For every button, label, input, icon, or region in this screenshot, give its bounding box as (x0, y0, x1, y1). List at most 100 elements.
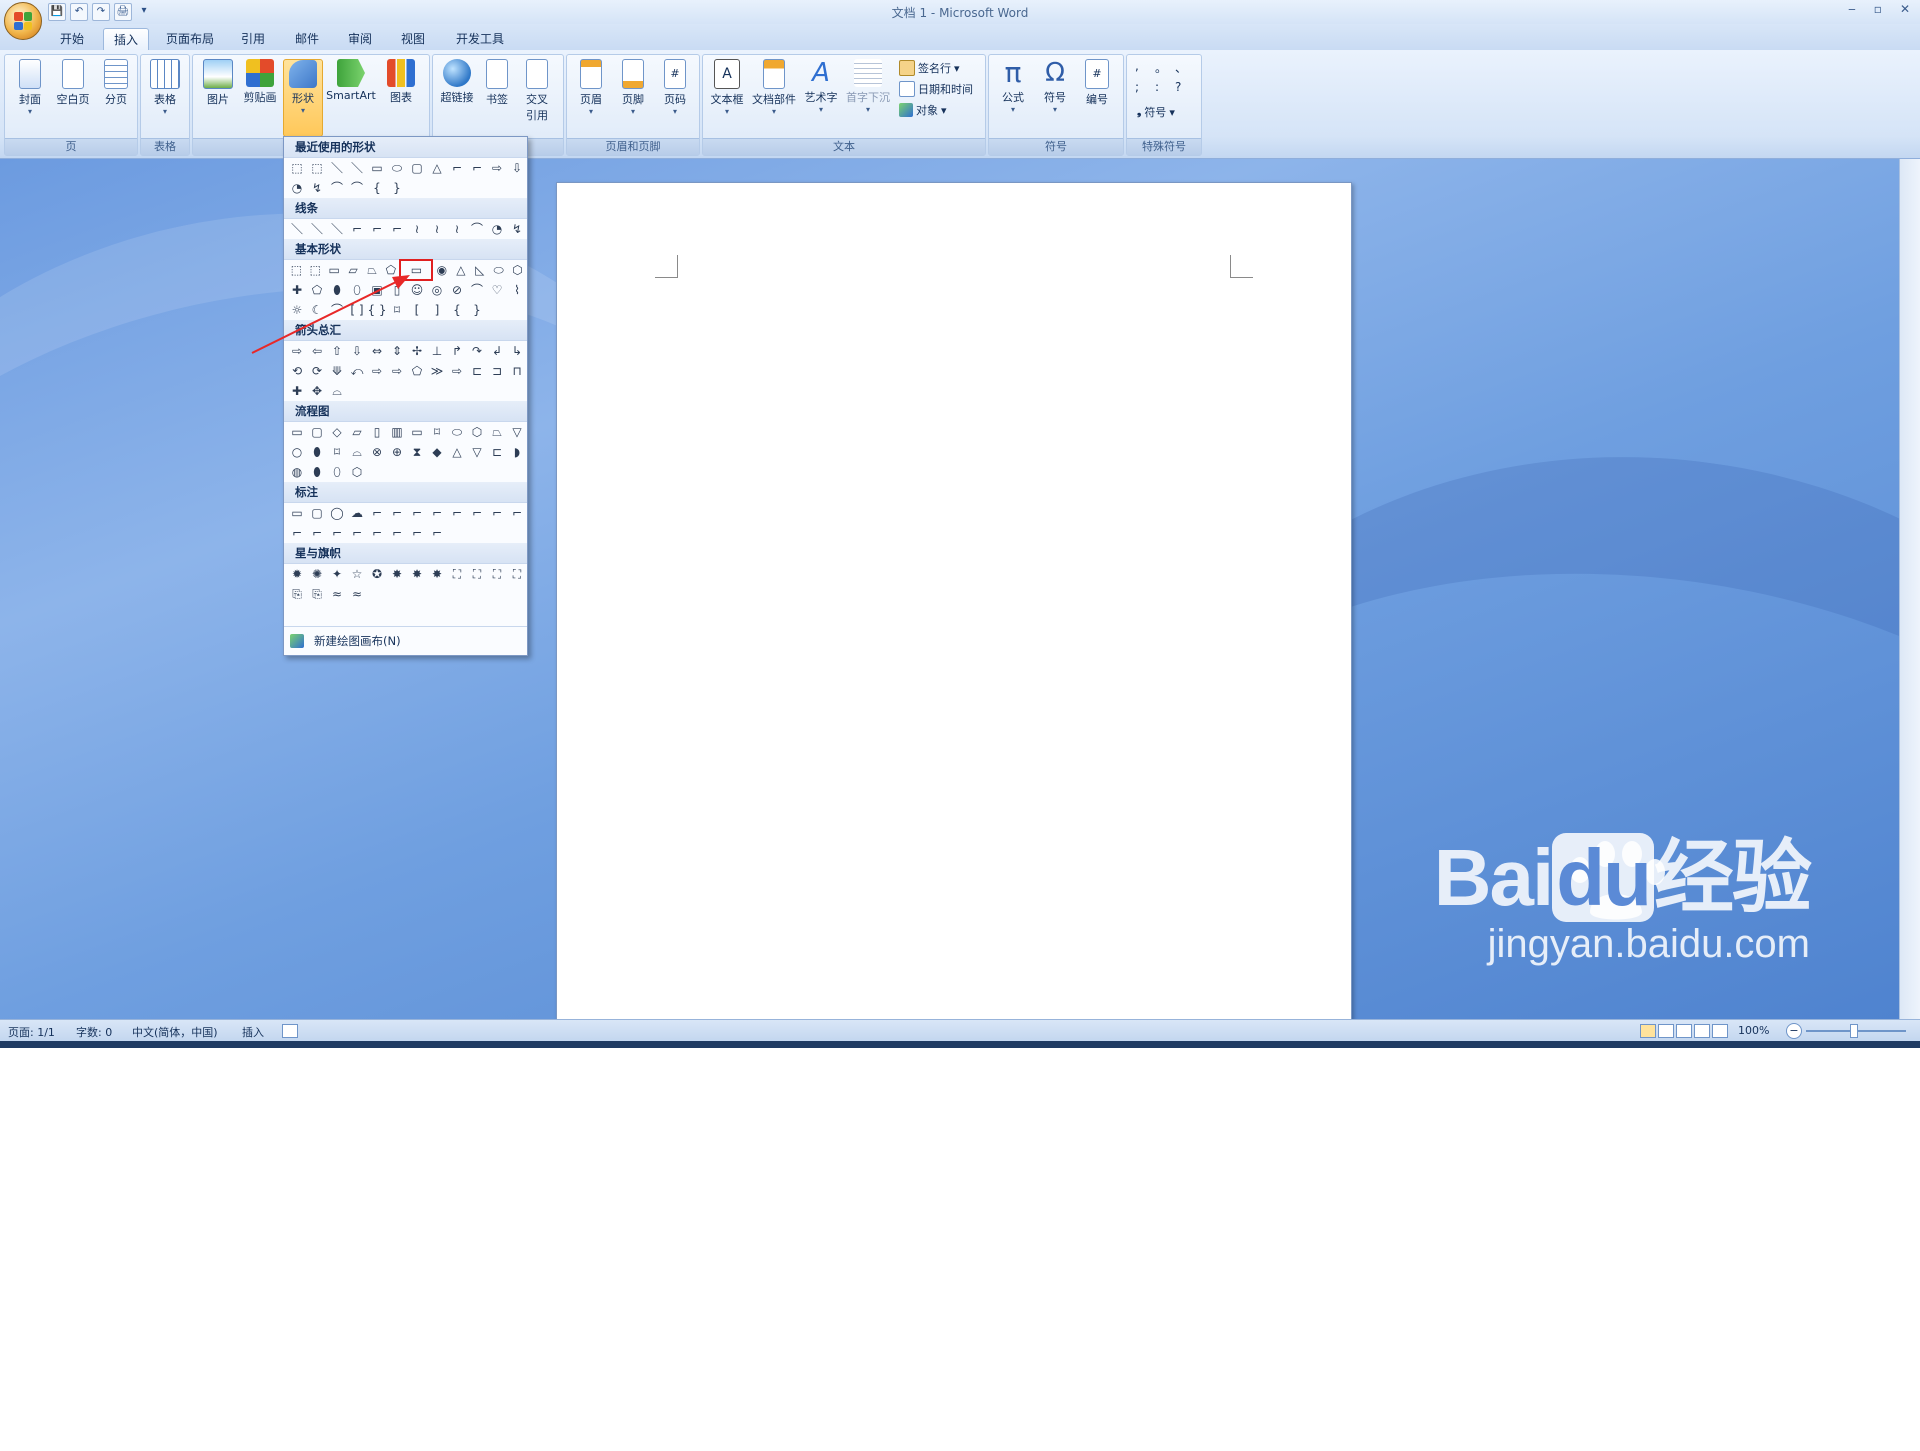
shape-flowchart-icon[interactable]: ▥ (387, 422, 407, 442)
shape-arrows-icon[interactable]: ⇨ (367, 361, 387, 381)
tab-mailings[interactable]: 邮件 (285, 28, 329, 50)
shape-recent-icon[interactable]: { (367, 178, 387, 198)
shape-flowchart-icon[interactable]: ▽ (467, 442, 487, 462)
tab-insert[interactable]: 插入 (103, 28, 150, 51)
smartart-button[interactable]: SmartArt (325, 59, 377, 102)
shape-basic-icon[interactable]: ☼ (287, 300, 307, 320)
shape-recent-icon[interactable]: △ (427, 158, 447, 178)
shape-stars-icon[interactable]: ✺ (307, 564, 327, 584)
tab-review[interactable]: 审阅 (338, 28, 382, 50)
vertical-scrollbar[interactable] (1899, 159, 1920, 1019)
shape-stars-icon[interactable]: ✸ (407, 564, 427, 584)
shape-stars-icon[interactable]: ☆ (347, 564, 367, 584)
shape-recent-icon[interactable]: ⇨ (487, 158, 507, 178)
document-page[interactable] (556, 182, 1352, 1024)
shape-recent-icon[interactable]: } (387, 178, 407, 198)
shape-stars-icon[interactable]: ✸ (427, 564, 447, 584)
shape-callouts-icon[interactable]: ⌐ (407, 523, 427, 543)
page-break-button[interactable]: 分页 (99, 59, 133, 107)
shape-flowchart-icon[interactable]: ◗ (507, 442, 527, 462)
drop-cap-button[interactable]: 首字下沉 ▾ (843, 59, 893, 115)
shape-flowchart-icon[interactable]: ▱ (347, 422, 367, 442)
shape-basic-icon[interactable]: ] (427, 300, 447, 320)
shape-basic-icon[interactable]: ⌑ (387, 300, 407, 320)
shape-stars-icon[interactable]: ≈ (327, 584, 347, 604)
language-indicator[interactable]: 中文(简体，中国) (132, 1024, 218, 1040)
shape-callouts-icon[interactable]: ⌐ (427, 523, 447, 543)
shape-callouts-icon[interactable]: ▢ (307, 503, 327, 523)
shape-stars-icon[interactable]: ✸ (387, 564, 407, 584)
shape-arrows-icon[interactable]: ⇦ (307, 341, 327, 361)
shape-basic-icon[interactable]: ⬯ (347, 280, 367, 300)
shape-callouts-icon[interactable]: ◯ (327, 503, 347, 523)
shape-basic-icon[interactable]: ☺ (407, 280, 427, 300)
shape-flowchart-icon[interactable]: ▭ (287, 422, 307, 442)
shape-basic-icon[interactable]: ◎ (427, 280, 447, 300)
shape-lines-icon[interactable]: ≀ (447, 219, 467, 239)
shape-basic-icon[interactable]: ☾ (307, 300, 327, 320)
shape-lines-icon[interactable]: ⌐ (387, 219, 407, 239)
web-view-icon[interactable] (1676, 1024, 1692, 1038)
shape-basic-icon[interactable]: ⌇ (507, 280, 527, 300)
shape-stars-icon[interactable]: ⎘ (307, 584, 327, 604)
shape-basic-icon[interactable]: ♡ (487, 280, 507, 300)
shape-arrows-icon[interactable]: ≫ (427, 361, 447, 381)
shape-arrows-icon[interactable]: ↳ (507, 341, 527, 361)
shape-callouts-icon[interactable]: ⌐ (347, 523, 367, 543)
shape-recent-icon[interactable]: ⬚ (287, 158, 307, 178)
equation-button[interactable]: π 公式 ▾ (995, 59, 1031, 115)
shape-stars-icon[interactable]: ⛶ (467, 564, 487, 584)
shape-basic-icon[interactable]: ⬚ (287, 260, 306, 280)
shape-basic-icon[interactable]: ⬠ (307, 280, 327, 300)
cross-reference-button[interactable]: 交叉 引用 (519, 59, 555, 123)
shape-arrows-icon[interactable]: ↲ (487, 341, 507, 361)
shape-lines-icon[interactable]: ≀ (427, 219, 447, 239)
shape-folded-corner-icon[interactable]: ▭ (399, 259, 434, 281)
shape-flowchart-icon[interactable]: ⬮ (307, 462, 327, 482)
shape-callouts-icon[interactable]: ⌐ (287, 523, 307, 543)
picture-button[interactable]: 图片 (201, 59, 235, 107)
shape-basic-icon[interactable]: } (467, 300, 487, 320)
close-button[interactable]: ✕ (1900, 2, 1910, 16)
shape-arrows-icon[interactable]: ⟱ (327, 361, 347, 381)
shape-callouts-icon[interactable]: ⌐ (367, 523, 387, 543)
shape-flowchart-icon[interactable]: ◍ (287, 462, 307, 482)
date-time-button[interactable]: 日期和时间 (899, 80, 973, 98)
object-button[interactable]: 对象 ▾ (899, 101, 947, 119)
special-char-colon[interactable]: : (1155, 80, 1175, 94)
macro-icon[interactable] (282, 1024, 298, 1038)
shape-arrows-icon[interactable]: ⟳ (307, 361, 327, 381)
draft-view-icon[interactable] (1712, 1024, 1728, 1038)
shape-callouts-icon[interactable]: ⌐ (447, 503, 467, 523)
shape-stars-icon[interactable]: ✹ (287, 564, 307, 584)
shape-arrows-icon[interactable]: ⊥ (427, 341, 447, 361)
shape-stars-icon[interactable]: ✪ (367, 564, 387, 584)
shape-flowchart-icon[interactable]: ○ (287, 442, 307, 462)
cover-page-button[interactable]: 封面 ▾ (13, 59, 47, 117)
shape-callouts-icon[interactable]: ⌐ (467, 503, 487, 523)
shape-basic-icon[interactable]: ▭ (325, 260, 344, 280)
shape-lines-icon[interactable]: ＼ (307, 219, 327, 239)
shape-arrows-icon[interactable]: ⊏ (467, 361, 487, 381)
shape-basic-icon[interactable]: ⌒ (327, 300, 347, 320)
zoom-out-icon[interactable]: − (1786, 1023, 1802, 1039)
shape-callouts-icon[interactable]: ☁ (347, 503, 367, 523)
shape-callouts-icon[interactable]: ⌐ (487, 503, 507, 523)
shape-arrows-icon[interactable]: ⇕ (387, 341, 407, 361)
shape-flowchart-icon[interactable]: △ (447, 442, 467, 462)
shape-flowchart-icon[interactable]: ⌑ (427, 422, 447, 442)
shape-arrows-icon[interactable]: ⇨ (287, 341, 307, 361)
zoom-level[interactable]: 100% (1738, 1024, 1769, 1037)
shape-lines-icon[interactable]: ↯ (507, 219, 527, 239)
shape-arrows-icon[interactable]: ⇨ (447, 361, 467, 381)
symbol-button[interactable]: Ω 符号 ▾ (1037, 59, 1073, 115)
shape-flowchart-icon[interactable]: ◇ (327, 422, 347, 442)
shape-arrows-icon[interactable]: ⇔ (367, 341, 387, 361)
hyperlink-button[interactable]: 超链接 (437, 59, 477, 105)
shape-stars-icon[interactable]: ⛶ (447, 564, 467, 584)
shape-lines-icon[interactable]: ⌐ (367, 219, 387, 239)
special-char-period[interactable]: 。 (1155, 59, 1175, 76)
shape-basic-icon[interactable]: ⬮ (327, 280, 347, 300)
shape-flowchart-icon[interactable]: ⧗ (407, 442, 427, 462)
shape-flowchart-icon[interactable]: ⬡ (347, 462, 367, 482)
